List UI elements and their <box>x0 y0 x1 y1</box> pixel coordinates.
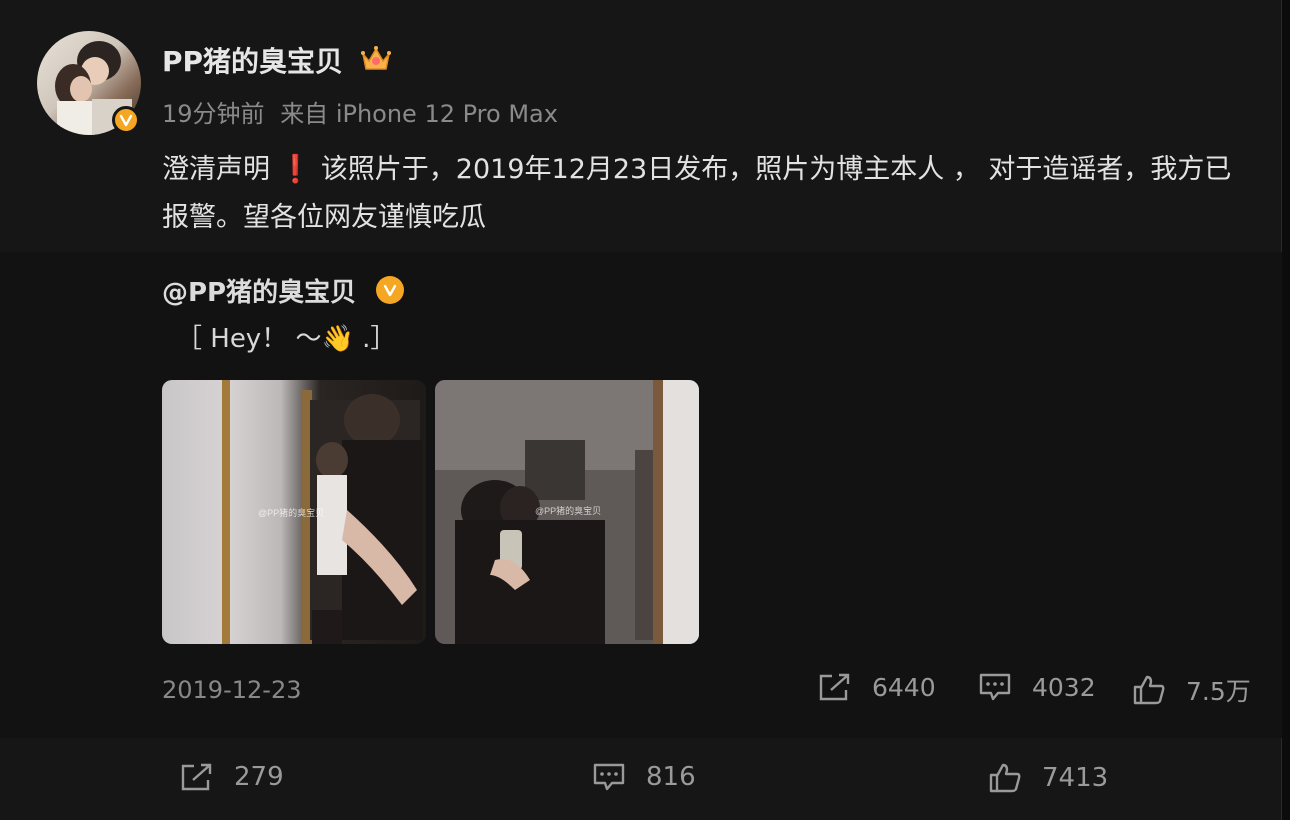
share-count: 279 <box>234 762 284 792</box>
repost-text: ［ Hey！ ～👋 .］ <box>176 324 397 354</box>
comment-button[interactable]: 816 <box>592 762 696 792</box>
verified-badge-icon <box>112 106 140 134</box>
comment-icon <box>593 763 625 791</box>
post-text-a: 澄清声明 <box>162 154 270 185</box>
share-button[interactable]: 279 <box>180 762 284 792</box>
thumbs-up-icon <box>1133 675 1165 705</box>
like-count: 7413 <box>1042 763 1109 793</box>
watermark-text: @PP猪的臭宝贝 <box>258 507 324 518</box>
repost-comment-button[interactable]: 4032 <box>978 672 1096 702</box>
post-time[interactable]: 19分钟前 <box>162 100 265 128</box>
comment-count: 816 <box>646 762 696 792</box>
repost-share-button[interactable]: 6440 <box>818 672 936 702</box>
like-button[interactable]: 7413 <box>988 762 1108 794</box>
repost-like-count: 7.5万 <box>1186 677 1251 706</box>
exclamation-icon: ❗ <box>278 154 313 185</box>
comment-icon <box>979 673 1011 701</box>
post-meta: 19分钟前 来自 iPhone 12 Pro Max <box>162 94 558 129</box>
repost-photo-1[interactable]: @PP猪的臭宝贝 <box>162 380 426 644</box>
thumbs-up-icon <box>989 763 1021 793</box>
repost-like-button[interactable]: 7.5万 <box>1132 672 1251 708</box>
repost-date: 2019-12-23 <box>162 676 302 704</box>
repost-share-count: 6440 <box>872 672 936 702</box>
repost-comment-count: 4032 <box>1032 672 1096 702</box>
verified-badge-icon <box>376 276 404 304</box>
post-source: 来自 iPhone 12 Pro Max <box>280 100 558 128</box>
author-name[interactable]: PP猪的臭宝贝 <box>162 40 343 80</box>
post-body: 澄清声明 ❗ 该照片于，2019年12月23日发布，照片为博主本人 ， 对于造谣… <box>162 146 1252 242</box>
watermark-text: @PP猪的臭宝贝 <box>535 505 601 516</box>
window-edge <box>1282 0 1290 820</box>
repost-photo-2[interactable]: @PP猪的臭宝贝 <box>435 380 699 644</box>
post-text-b: 该照片于，2019年12月23日发布，照片为博主本人 ， 对于造谣者，我方已报警… <box>162 154 1232 233</box>
crown-icon <box>360 44 392 78</box>
share-icon <box>181 763 212 791</box>
weibo-post-card: PP猪的臭宝贝 19分钟前 来自 iPhone 12 Pro Max 澄清声明 … <box>0 0 1282 820</box>
repost-username[interactable]: @PP猪的臭宝贝 <box>162 272 356 309</box>
share-icon <box>819 673 850 701</box>
